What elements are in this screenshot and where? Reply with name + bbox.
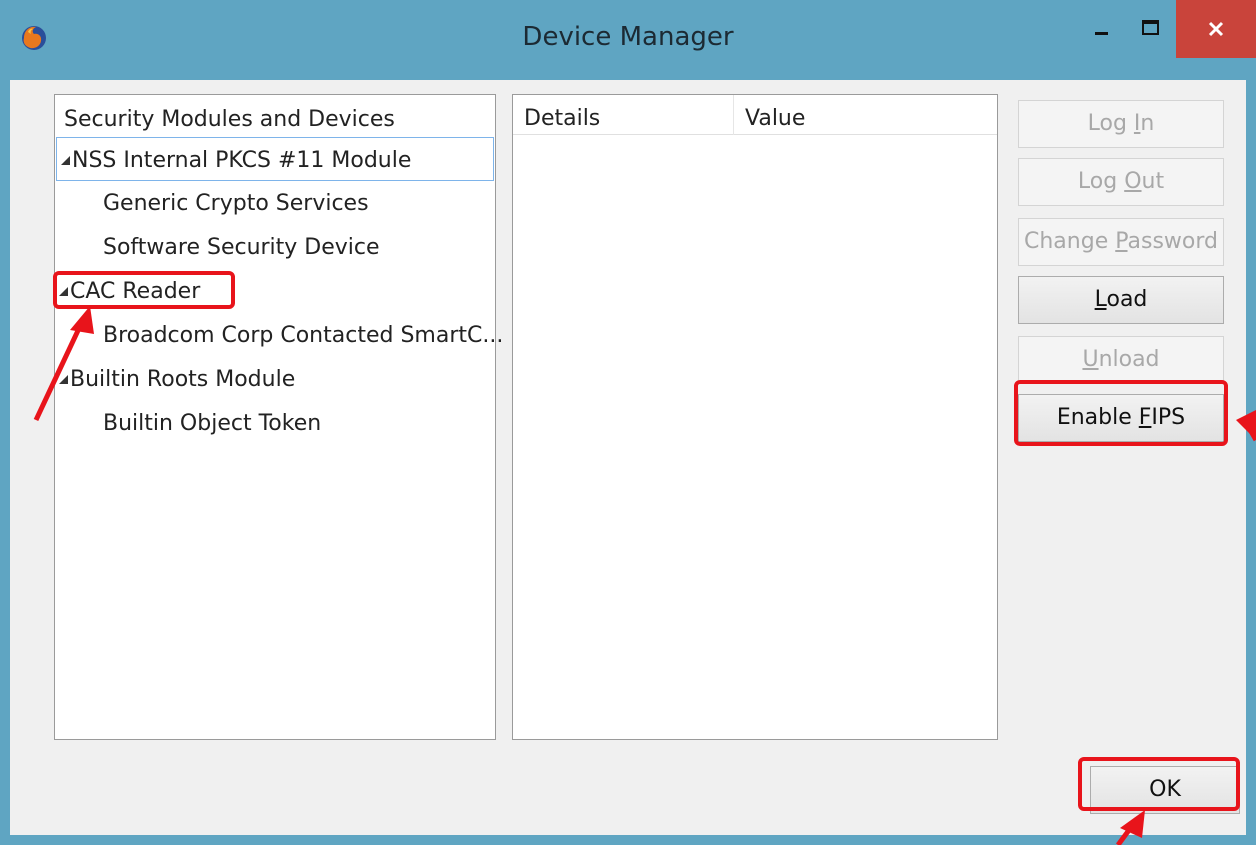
close-button[interactable] [1176, 0, 1256, 58]
tree-item-label: Builtin Object Token [103, 411, 322, 436]
maximize-icon [1142, 20, 1159, 35]
tree-item-builtin-object-token[interactable]: Builtin Object Token [55, 401, 321, 445]
expand-triangle-icon[interactable] [59, 287, 68, 296]
log-out-button[interactable]: Log Out [1018, 158, 1224, 206]
tree-item-software-security-device[interactable]: Software Security Device [55, 225, 380, 269]
tree-item-label: Broadcom Corp Contacted SmartC... [103, 323, 504, 348]
window-bottom-border [0, 835, 1256, 845]
ok-button[interactable]: OK [1090, 766, 1240, 814]
tree-item-label: Generic Crypto Services [103, 191, 369, 216]
expand-triangle-icon[interactable] [61, 156, 70, 165]
minimize-button[interactable] [1078, 0, 1126, 56]
security-modules-tree[interactable]: Security Modules and Devices NSS Interna… [54, 94, 503, 740]
close-icon [1208, 21, 1224, 37]
tree-item-broadcom-smartcard[interactable]: Broadcom Corp Contacted SmartC... [55, 313, 503, 357]
unload-button[interactable]: Unload [1018, 336, 1224, 384]
device-manager-window: Device Manager Security Modules and Devi… [0, 0, 1256, 845]
minimize-icon [1095, 32, 1108, 35]
expand-triangle-icon[interactable] [59, 375, 68, 384]
maximize-button[interactable] [1126, 0, 1176, 56]
enable-fips-button[interactable]: Enable FIPS [1018, 394, 1224, 442]
window-title: Device Manager [522, 22, 734, 52]
tree-item-label: Builtin Roots Module [70, 367, 296, 392]
tree-column-header[interactable]: Security Modules and Devices [55, 95, 495, 137]
tree-item-nss-internal-module[interactable]: NSS Internal PKCS #11 Module [56, 137, 494, 181]
details-list[interactable]: Details Value [512, 94, 998, 740]
title-bar[interactable]: Device Manager [0, 0, 1256, 80]
dialog-client-area: Security Modules and Devices NSS Interna… [10, 80, 1246, 835]
details-header: Details Value [513, 95, 997, 135]
tree-item-builtin-roots-module[interactable]: Builtin Roots Module [55, 357, 295, 401]
tree-item-label: NSS Internal PKCS #11 Module [72, 148, 412, 173]
tree-item-cac-reader[interactable]: CAC Reader [55, 269, 200, 313]
log-in-button[interactable]: Log In [1018, 100, 1224, 148]
tree-item-label: Software Security Device [103, 235, 380, 260]
column-divider[interactable] [733, 95, 734, 135]
column-header-details[interactable]: Details [524, 106, 600, 131]
load-button[interactable]: Load [1018, 276, 1224, 324]
tree-item-label: CAC Reader [70, 279, 201, 304]
change-password-button[interactable]: Change Password [1018, 218, 1224, 266]
column-header-value[interactable]: Value [745, 106, 805, 131]
tree-item-generic-crypto-services[interactable]: Generic Crypto Services [55, 181, 369, 225]
